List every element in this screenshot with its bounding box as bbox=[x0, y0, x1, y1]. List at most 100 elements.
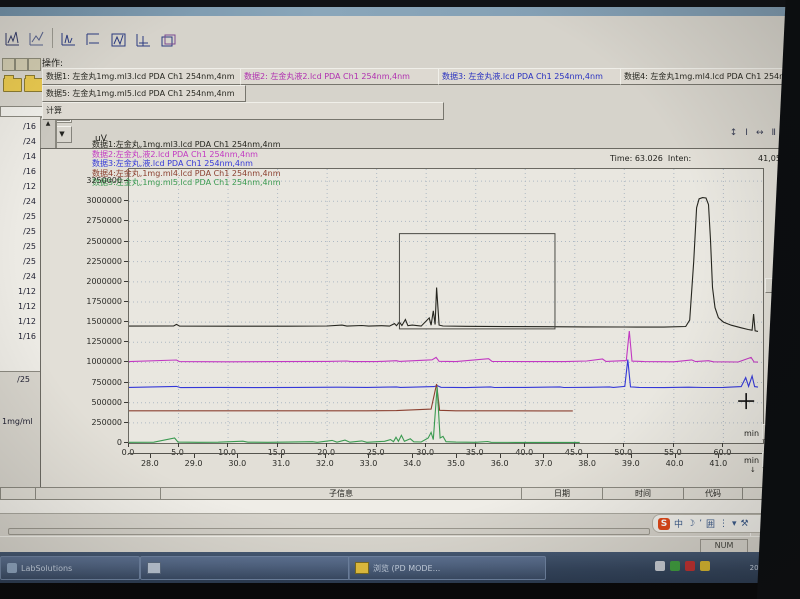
single-pane-icon[interactable]: Ⅰ bbox=[745, 128, 748, 144]
x2-tick-label: 34.0 bbox=[403, 459, 422, 468]
list-item[interactable]: 1/12 bbox=[0, 284, 38, 299]
docked-bar bbox=[8, 528, 650, 535]
y-tick-label: 1250000 bbox=[86, 337, 122, 347]
taskbar-clock: 16:37 2019/11/25 bbox=[718, 555, 790, 573]
view-mode-icon-2[interactable] bbox=[15, 58, 28, 71]
calc-row[interactable]: 计算 bbox=[42, 102, 444, 120]
x2-unit-label: min bbox=[744, 456, 760, 465]
results-table-body[interactable] bbox=[0, 500, 796, 514]
col-code[interactable]: 代码 bbox=[684, 487, 743, 500]
monitor-bezel-bottom bbox=[0, 583, 800, 599]
time-label: Time: bbox=[610, 154, 633, 163]
taskbar-button-1[interactable]: LabSolutions bbox=[0, 556, 140, 580]
data-row-2[interactable]: 数据2: 左金丸液2.lcd PDA Ch1 254nm,4nm bbox=[240, 68, 444, 85]
report-tool-icon[interactable] bbox=[2, 28, 23, 49]
list-item[interactable]: /25 bbox=[0, 239, 38, 254]
y-tick-mark bbox=[124, 180, 128, 182]
ime-tool-icon[interactable]: ▾ bbox=[732, 519, 737, 529]
tray-icon[interactable] bbox=[655, 561, 665, 571]
scale-tool-icon[interactable] bbox=[133, 30, 154, 51]
folder-icon-1[interactable] bbox=[3, 78, 22, 92]
x-tick-mark bbox=[375, 443, 377, 447]
data-row-4[interactable]: 数据4: 左金丸1mg.ml4.lcd PDA Ch1 254nm,4nm bbox=[620, 68, 800, 85]
tray-icon[interactable] bbox=[700, 561, 710, 571]
list-item[interactable]: /24 bbox=[0, 134, 38, 149]
legend-entry: 数据2:左金丸,液2.lcd PDA Ch1 254nm,4nm bbox=[92, 149, 258, 159]
ime-tool-icon[interactable]: ⋮ bbox=[719, 519, 728, 529]
list-item[interactable]: /25 bbox=[0, 224, 38, 239]
expand-horizontal-icon[interactable]: ↔ bbox=[756, 128, 764, 144]
expand-vertical-icon[interactable]: ↕ bbox=[730, 128, 738, 144]
list-item[interactable]: /25 bbox=[0, 209, 38, 224]
list-item[interactable]: /24 bbox=[0, 269, 38, 284]
zoom-selection-box[interactable] bbox=[398, 233, 556, 330]
ime-tool-icon[interactable]: 囲 bbox=[706, 517, 715, 530]
x-tick-mark bbox=[524, 443, 526, 447]
y-tick-mark bbox=[124, 300, 128, 302]
list-item[interactable]: /25 bbox=[0, 254, 38, 269]
list-item[interactable]: /16 bbox=[0, 164, 38, 179]
list-item[interactable]: /16 bbox=[0, 119, 38, 134]
col-subinfo[interactable]: 子信息 bbox=[161, 487, 522, 500]
y-tick-label: 2500000 bbox=[86, 236, 122, 246]
normalize-tool-icon[interactable] bbox=[83, 29, 104, 50]
region-tool-icon[interactable] bbox=[108, 30, 129, 51]
overlay-tool-icon[interactable] bbox=[158, 31, 179, 52]
y-tick-label: 3000000 bbox=[86, 196, 122, 206]
taskbar-button-2[interactable] bbox=[140, 556, 350, 580]
taskbar-button-3[interactable]: 浏览 (PD MODE... bbox=[348, 556, 546, 580]
x2-tick-label: 41.0 bbox=[709, 459, 728, 468]
inten-label: Inten: bbox=[667, 154, 692, 163]
pane-handle-button[interactable] bbox=[765, 278, 780, 293]
x2-tick-mark bbox=[587, 454, 589, 458]
list-item[interactable]: /24 bbox=[0, 194, 38, 209]
list-item[interactable]: /12 bbox=[0, 179, 38, 194]
y-tick-mark bbox=[124, 321, 128, 323]
tray-icon[interactable] bbox=[670, 561, 680, 571]
list-item[interactable]: 1/16 bbox=[0, 329, 38, 344]
zoom-tool-icon[interactable] bbox=[58, 29, 79, 50]
labsolutions-browser-window: ▼ ▼ /16/24/14/16/12/24/25/25/25/25/241/1… bbox=[0, 16, 800, 553]
cursor-readout: Time: 63.026 Inten: bbox=[610, 154, 750, 163]
data-row-1[interactable]: 数据1: 左金丸1mg.ml3.lcd PDA Ch1 254nm,4nm bbox=[42, 68, 246, 85]
legend-entry: 数据1:左金丸,1mg.ml3.lcd PDA Ch1 254nm,4nm bbox=[92, 140, 281, 149]
list-item[interactable]: 1/12 bbox=[0, 314, 38, 329]
ime-tool-icon[interactable]: ’ bbox=[699, 519, 702, 529]
col-date[interactable]: 日期 bbox=[522, 487, 603, 500]
split-pane-icon[interactable]: Ⅱ bbox=[771, 128, 775, 144]
x2-tick-label: 38.0 bbox=[578, 459, 596, 468]
ime-tool-icon[interactable]: ⚒ bbox=[741, 519, 749, 529]
operation-panel: 操作: 数据1: 左金丸1mg.ml3.lcd PDA Ch1 254nm,4n… bbox=[34, 54, 800, 148]
data-row-5[interactable]: 数据5: 左金丸1mg.ml5.lcd PDA Ch1 254nm,4nm bbox=[42, 85, 246, 102]
file-list-extra-item[interactable]: 1mg/ml bbox=[0, 414, 42, 429]
axis-table-button-2[interactable]: ▤ bbox=[762, 452, 781, 468]
tray-icon[interactable] bbox=[685, 561, 695, 571]
ime-tool-icon[interactable]: ☽ bbox=[687, 519, 695, 529]
y-tick-mark bbox=[124, 200, 128, 202]
x2-tick-mark bbox=[193, 454, 195, 458]
trace-数据3 bbox=[129, 359, 759, 389]
x2-tick-mark bbox=[630, 454, 632, 458]
chromatogram-plot[interactable] bbox=[128, 168, 764, 444]
stack-view-icon[interactable]: ☰ bbox=[784, 128, 792, 144]
ime-tool-icon[interactable]: 中 bbox=[674, 517, 683, 530]
data-row-3[interactable]: 数据3: 左金丸液.lcd PDA Ch1 254nm,4nm bbox=[438, 68, 626, 85]
file-list-extra-item[interactable]: /25 bbox=[0, 372, 32, 387]
x2-tick-label: 29.0 bbox=[184, 459, 203, 468]
screen-photo: ▼ ▼ /16/24/14/16/12/24/25/25/25/25/241/1… bbox=[0, 0, 800, 599]
x2-tick-mark bbox=[499, 454, 501, 458]
list-item[interactable]: /14 bbox=[0, 149, 38, 164]
num-lock-indicator: NUM bbox=[700, 539, 748, 553]
x-tick-mark bbox=[326, 443, 328, 447]
list-item[interactable]: 1/12 bbox=[0, 299, 38, 314]
y-tick-label: 1000000 bbox=[86, 357, 122, 367]
col-time[interactable]: 时间 bbox=[603, 487, 684, 500]
x2-tick-label: 31.0 bbox=[272, 459, 290, 468]
axis-table-button-1[interactable]: ▤ bbox=[762, 424, 781, 440]
taskbar: LabSolutions 浏览 (PD MODE... 16:37 2019/1… bbox=[0, 552, 800, 583]
sogou-logo-icon[interactable]: S bbox=[658, 517, 670, 530]
view-mode-icon-1[interactable] bbox=[2, 58, 15, 71]
taskbar-button-label: LabSolutions bbox=[21, 563, 73, 573]
edit-tool-icon[interactable] bbox=[26, 28, 47, 49]
x2-tick-label: 39.0 bbox=[621, 459, 640, 468]
